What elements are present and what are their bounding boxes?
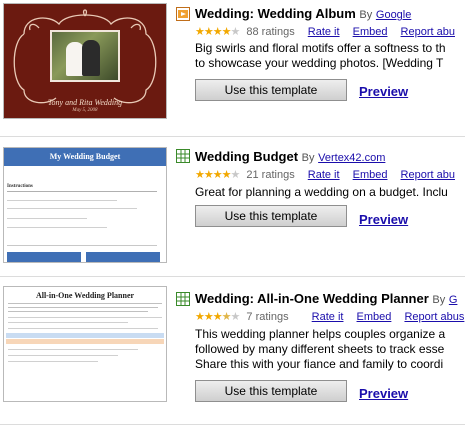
ratings-count: 88 ratings [246, 26, 295, 38]
description-line: Share this with your fiance and family t… [195, 357, 444, 371]
description-line: to showcase your wedding photos. [Weddin… [195, 56, 444, 70]
thumb-table-header [86, 252, 160, 262]
report-abuse-link[interactable]: Report abus [404, 311, 464, 323]
template-meta: ★★★★★ 88 ratings Rate it Embed Report ab… [195, 25, 455, 38]
rate-it-link[interactable]: Rate it [312, 311, 344, 323]
report-abuse-link[interactable]: Report abu [401, 169, 455, 181]
template-description: This wedding planner helps couples organ… [195, 327, 465, 372]
preview-link[interactable]: Preview [359, 84, 408, 99]
template-thumbnail[interactable]: Tony and Rita Wedding May 5, 2008 [3, 3, 167, 119]
presentation-icon [176, 7, 190, 21]
template-item-wedding-album: Tony and Rita Wedding May 5, 2008 Weddin… [0, 0, 465, 140]
author-link[interactable]: Vertex42.com [318, 152, 385, 164]
ratings-count: 21 ratings [246, 169, 295, 181]
divider [0, 136, 465, 137]
divider [0, 424, 465, 425]
divider [0, 276, 465, 277]
author-link[interactable]: Google [376, 9, 411, 21]
star-rating-icon: ★★★★★ [195, 169, 240, 181]
thumb-header: All-in-One Wedding Planner [35, 291, 135, 300]
byline: By [432, 294, 446, 306]
template-item-wedding-planner: All-in-One Wedding Planner Wedding: All-… [0, 280, 465, 427]
description-line: Big swirls and floral motifs offer a sof… [195, 41, 446, 55]
template-title: Wedding Budget By Vertex42.com [195, 149, 385, 164]
template-thumbnail[interactable]: All-in-One Wedding Planner [3, 286, 167, 402]
thumb-header: My Wedding Budget [49, 152, 121, 161]
template-title-link[interactable]: Wedding: Wedding Album [195, 6, 356, 21]
template-description: Great for planning a wedding on a budget… [195, 185, 465, 200]
ratings-count: 7 ratings [246, 311, 289, 323]
template-thumbnail[interactable]: My Wedding Budget Instructions [3, 147, 167, 263]
thumb-instructions: Instructions [7, 184, 33, 189]
byline: By [359, 9, 373, 21]
embed-link[interactable]: Embed [353, 26, 388, 38]
star-rating-icon: ★★★★★ [195, 26, 240, 38]
template-title-link[interactable]: Wedding: All-in-One Wedding Planner [195, 291, 429, 306]
thumb-table-header [7, 252, 81, 262]
preview-link[interactable]: Preview [359, 212, 408, 227]
thumb-highlight-row [6, 333, 164, 338]
template-title: Wedding: All-in-One Wedding Planner By G [195, 291, 457, 306]
wedding-photo [50, 30, 120, 82]
thumb-caption-date: May 5, 2008 [72, 108, 98, 113]
template-meta: ★★★★★ 21 ratings Rate it Embed Report ab… [195, 168, 455, 181]
preview-link[interactable]: Preview [359, 386, 408, 401]
embed-link[interactable]: Embed [357, 311, 392, 323]
rate-it-link[interactable]: Rate it [308, 26, 340, 38]
description-line: This wedding planner helps couples organ… [195, 327, 446, 341]
author-link[interactable]: G [449, 294, 458, 306]
use-this-template-button[interactable]: Use this template [195, 380, 347, 402]
use-this-template-button[interactable]: Use this template [195, 79, 347, 101]
embed-link[interactable]: Embed [353, 169, 388, 181]
rate-it-link[interactable]: Rate it [308, 169, 340, 181]
description-line: Great for planning a wedding on a budget… [195, 185, 448, 199]
template-meta: ★★★★★ 7 ratings Rate it Embed Report abu… [195, 310, 464, 323]
thumb-highlight-row [6, 339, 164, 344]
template-item-wedding-budget: My Wedding Budget Instructions Wedding B… [0, 140, 465, 276]
template-title-link[interactable]: Wedding Budget [195, 149, 298, 164]
thumb-caption-names: Tony and Rita Wedding [47, 98, 123, 107]
star-rating-icon: ★★★★★ [195, 311, 240, 323]
template-title: Wedding: Wedding Album By Google [195, 6, 411, 21]
spreadsheet-icon [176, 292, 190, 306]
spreadsheet-icon [176, 149, 190, 163]
template-description: Big swirls and floral motifs offer a sof… [195, 41, 465, 71]
use-this-template-button[interactable]: Use this template [195, 205, 347, 227]
description-line: followed by many different sheets to tra… [195, 342, 445, 356]
byline: By [301, 152, 315, 164]
report-abuse-link[interactable]: Report abu [401, 26, 455, 38]
